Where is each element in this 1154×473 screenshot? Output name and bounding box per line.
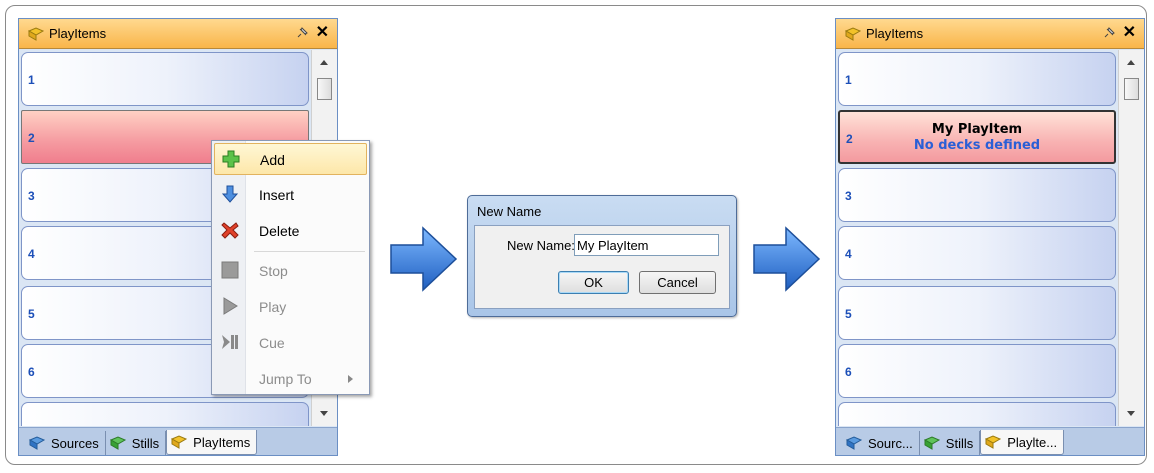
playitem-list[interactable]: 1 2 My PlayItem No decks defined 3 4 5 6	[836, 50, 1118, 426]
menu-item-label: Insert	[259, 187, 295, 203]
tab-label: Playlte...	[1007, 434, 1058, 450]
menu-item-label: Jump To	[259, 371, 312, 387]
menu-item-label: Delete	[259, 223, 300, 239]
menu-item-insert[interactable]: Insert	[214, 179, 367, 211]
playitems-book-icon	[985, 435, 1002, 449]
row-number: 4	[845, 247, 852, 261]
tab-playitems[interactable]: PlayItems	[166, 430, 258, 455]
dialog-body: New Name: OK Cancel	[474, 225, 730, 309]
insert-arrow-icon	[221, 185, 239, 203]
panel-title: PlayItems	[49, 26, 107, 41]
close-icon[interactable]: ✕	[316, 23, 329, 43]
row-number: 3	[845, 189, 852, 203]
menu-item-label: Add	[260, 152, 285, 168]
context-menu: Add Insert Delete Stop Play Cue Jump To	[211, 140, 370, 395]
scroll-down-icon[interactable]	[320, 411, 328, 416]
tab-sources[interactable]: Sourc...	[842, 431, 920, 455]
cue-icon	[222, 335, 238, 349]
panel-tab-strip: Sources Stills PlayItems	[19, 427, 337, 455]
tab-sources[interactable]: Sources	[25, 431, 106, 455]
playitem-row-7[interactable]	[838, 402, 1116, 426]
tab-label: Stills	[131, 435, 160, 451]
vertical-scrollbar[interactable]	[1118, 50, 1144, 426]
playitems-book-icon	[28, 27, 44, 41]
menu-item-label: Cue	[259, 335, 285, 351]
panel-tab-strip: Sourc... Stills Playlte...	[836, 427, 1144, 455]
menu-item-stop[interactable]: Stop	[214, 255, 367, 287]
row-number: 6	[845, 365, 852, 379]
stills-book-icon	[923, 436, 940, 450]
new-name-dialog: New Name New Name: OK Cancel	[467, 195, 737, 317]
playitem-row-5[interactable]: 5	[838, 286, 1116, 340]
scroll-thumb[interactable]	[317, 78, 332, 100]
delete-x-icon	[221, 222, 239, 239]
play-icon	[223, 297, 238, 315]
playitems-book-icon	[171, 435, 188, 449]
panel-title-bar[interactable]: PlayItems ✕	[19, 19, 337, 49]
menu-item-label: Stop	[259, 263, 288, 279]
scroll-up-icon[interactable]	[320, 60, 328, 65]
cancel-button[interactable]: Cancel	[639, 271, 716, 294]
row-number: 1	[28, 73, 35, 87]
scroll-thumb[interactable]	[1124, 78, 1139, 100]
tab-label: Sources	[51, 435, 99, 451]
row-number: 4	[28, 247, 35, 261]
playitem-title: My PlayItem	[931, 122, 1023, 137]
menu-item-delete[interactable]: Delete	[214, 215, 367, 247]
row-number: 5	[845, 307, 852, 321]
scroll-up-icon[interactable]	[1127, 60, 1135, 65]
ok-button[interactable]: OK	[558, 271, 629, 294]
menu-item-jump-to[interactable]: Jump To	[214, 363, 367, 395]
tab-stills[interactable]: Stills	[106, 431, 167, 455]
add-icon	[222, 150, 240, 168]
playitems-book-icon	[845, 27, 861, 41]
stills-book-icon	[109, 436, 126, 450]
right-playitems-panel: PlayItems ✕ 1 2 My PlayItem No decks def…	[835, 18, 1145, 456]
playitem-row-2[interactable]: 2 My PlayItem No decks defined	[838, 110, 1116, 164]
right-arrow-icon	[390, 226, 458, 292]
new-name-input[interactable]	[574, 234, 719, 256]
row-number: 2	[28, 131, 35, 145]
playitem-subtitle: No decks defined	[913, 138, 1041, 153]
right-arrow-icon	[753, 226, 821, 292]
playitem-row-7[interactable]	[21, 402, 309, 426]
row-number: 6	[28, 365, 35, 379]
menu-separator	[254, 251, 365, 252]
sources-book-icon	[29, 436, 45, 450]
menu-item-cue[interactable]: Cue	[214, 327, 367, 359]
close-icon[interactable]: ✕	[1123, 23, 1136, 43]
sources-book-icon	[846, 436, 862, 450]
tab-playitems[interactable]: Playlte...	[980, 430, 1065, 455]
new-name-label: New Name:	[507, 238, 575, 253]
dialog-title: New Name	[477, 204, 542, 219]
row-number: 3	[28, 189, 35, 203]
tab-stills[interactable]: Stills	[920, 431, 981, 455]
playitem-row-1[interactable]: 1	[838, 52, 1116, 106]
pin-icon[interactable]	[295, 26, 309, 40]
row-number: 5	[28, 307, 35, 321]
playitem-row-4[interactable]: 4	[838, 226, 1116, 280]
playitem-row-3[interactable]: 3	[838, 168, 1116, 222]
scroll-down-icon[interactable]	[1127, 411, 1135, 416]
stop-icon	[221, 261, 239, 279]
row-number: 1	[845, 73, 852, 87]
menu-item-label: Play	[259, 299, 287, 315]
playitem-row-6[interactable]: 6	[838, 344, 1116, 398]
tab-label: PlayItems	[193, 434, 251, 450]
playitem-row-1[interactable]: 1	[21, 52, 309, 106]
tab-label: Sourc...	[868, 435, 913, 451]
menu-item-add[interactable]: Add	[214, 143, 367, 175]
panel-title-bar[interactable]: PlayItems ✕	[836, 19, 1144, 49]
menu-item-play[interactable]: Play	[214, 291, 367, 323]
submenu-arrow-icon	[348, 375, 353, 383]
tab-label: Stills	[945, 435, 974, 451]
pin-icon[interactable]	[1102, 26, 1116, 40]
panel-title: PlayItems	[866, 26, 924, 41]
